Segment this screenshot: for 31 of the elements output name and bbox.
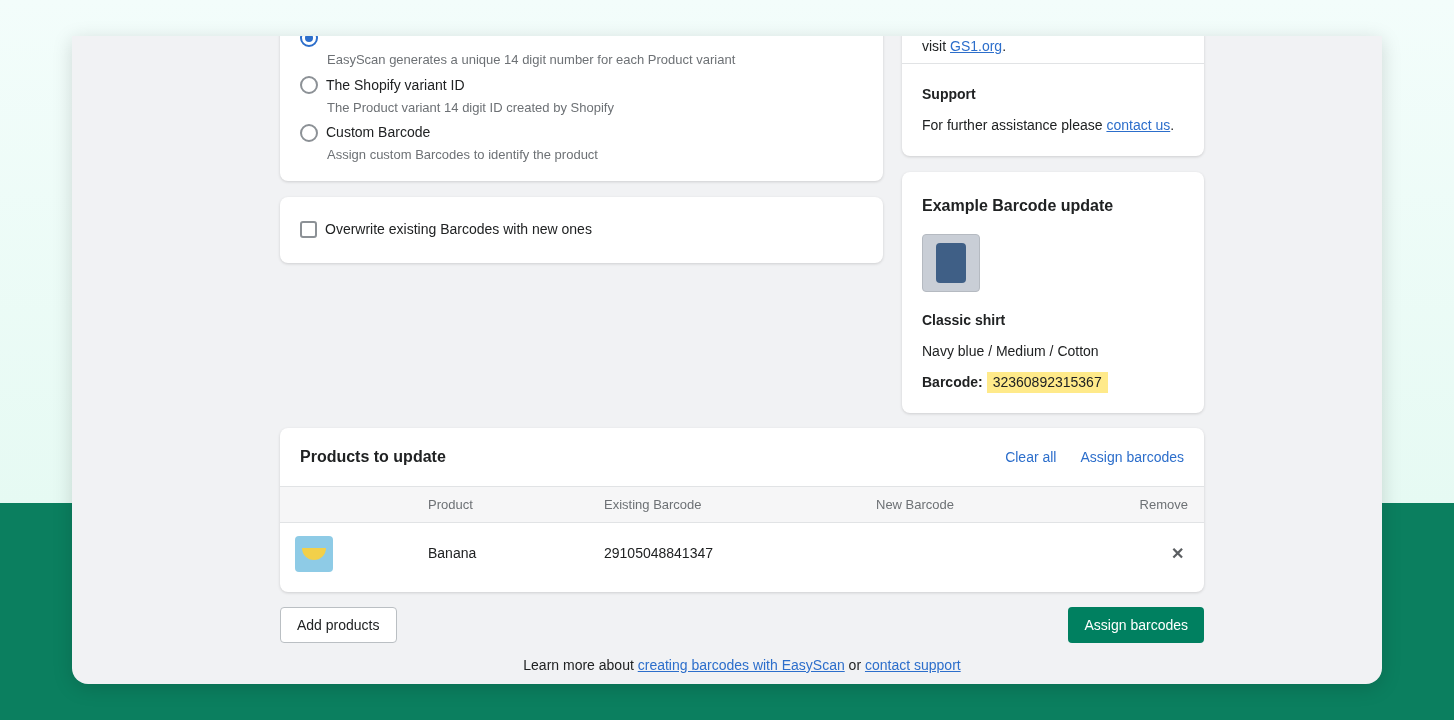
assign-barcodes-button[interactable]: Assign barcodes [1068,607,1204,643]
option-description: EasyScan generates a unique 14 digit number for each Product variant [327,51,737,69]
table-cell-text: 29105048841347 [604,544,714,563]
products-title: Products to update [300,447,446,467]
period-text: . [1002,38,1007,54]
column-header: Remove [1139,495,1188,514]
option-description: The Product variant 14 digit ID created by Shopify [327,98,615,117]
product-name: Classic shirt [922,311,1007,330]
column-header: New Barcode [876,495,956,514]
barcode-label: Barcode: [922,373,983,392]
column-header: Existing Barcode [604,495,703,514]
action-link[interactable]: Clear all [1005,446,1057,468]
option-label: The Shopify variant ID [326,75,465,95]
gs1-link[interactable]: GS1.org [950,38,1003,54]
support-title: Support [922,85,977,104]
footer-text: Learn more about creating barcodes with EasyScan or contact support [522,656,962,675]
example-title: Example Barcode update [922,196,1115,216]
variant-text: Navy blue / Medium / Cotton [922,342,1100,361]
add-products-button[interactable]: Add products [280,607,397,643]
barcode-value: 32360892315367 [986,372,1108,393]
visit-text: visit [922,38,947,54]
table-cell-text: Banana [428,544,478,563]
action-link[interactable]: Assign barcodes [1080,446,1184,468]
contact-support-link[interactable]: contact support [864,657,961,673]
option-label: Custom Barcode [326,123,431,142]
option-description: Assign custom Barcodes to identify the product [327,146,599,164]
checkbox-label: Overwrite existing Barcodes with new ones [325,220,592,239]
remove-button[interactable]: ✕ [1171,541,1184,566]
column-header: Product [428,495,474,514]
support-text: For further assistance please contact us. [922,116,1176,135]
creating-barcodes-link[interactable]: creating barcodes with EasyScan [637,657,845,673]
